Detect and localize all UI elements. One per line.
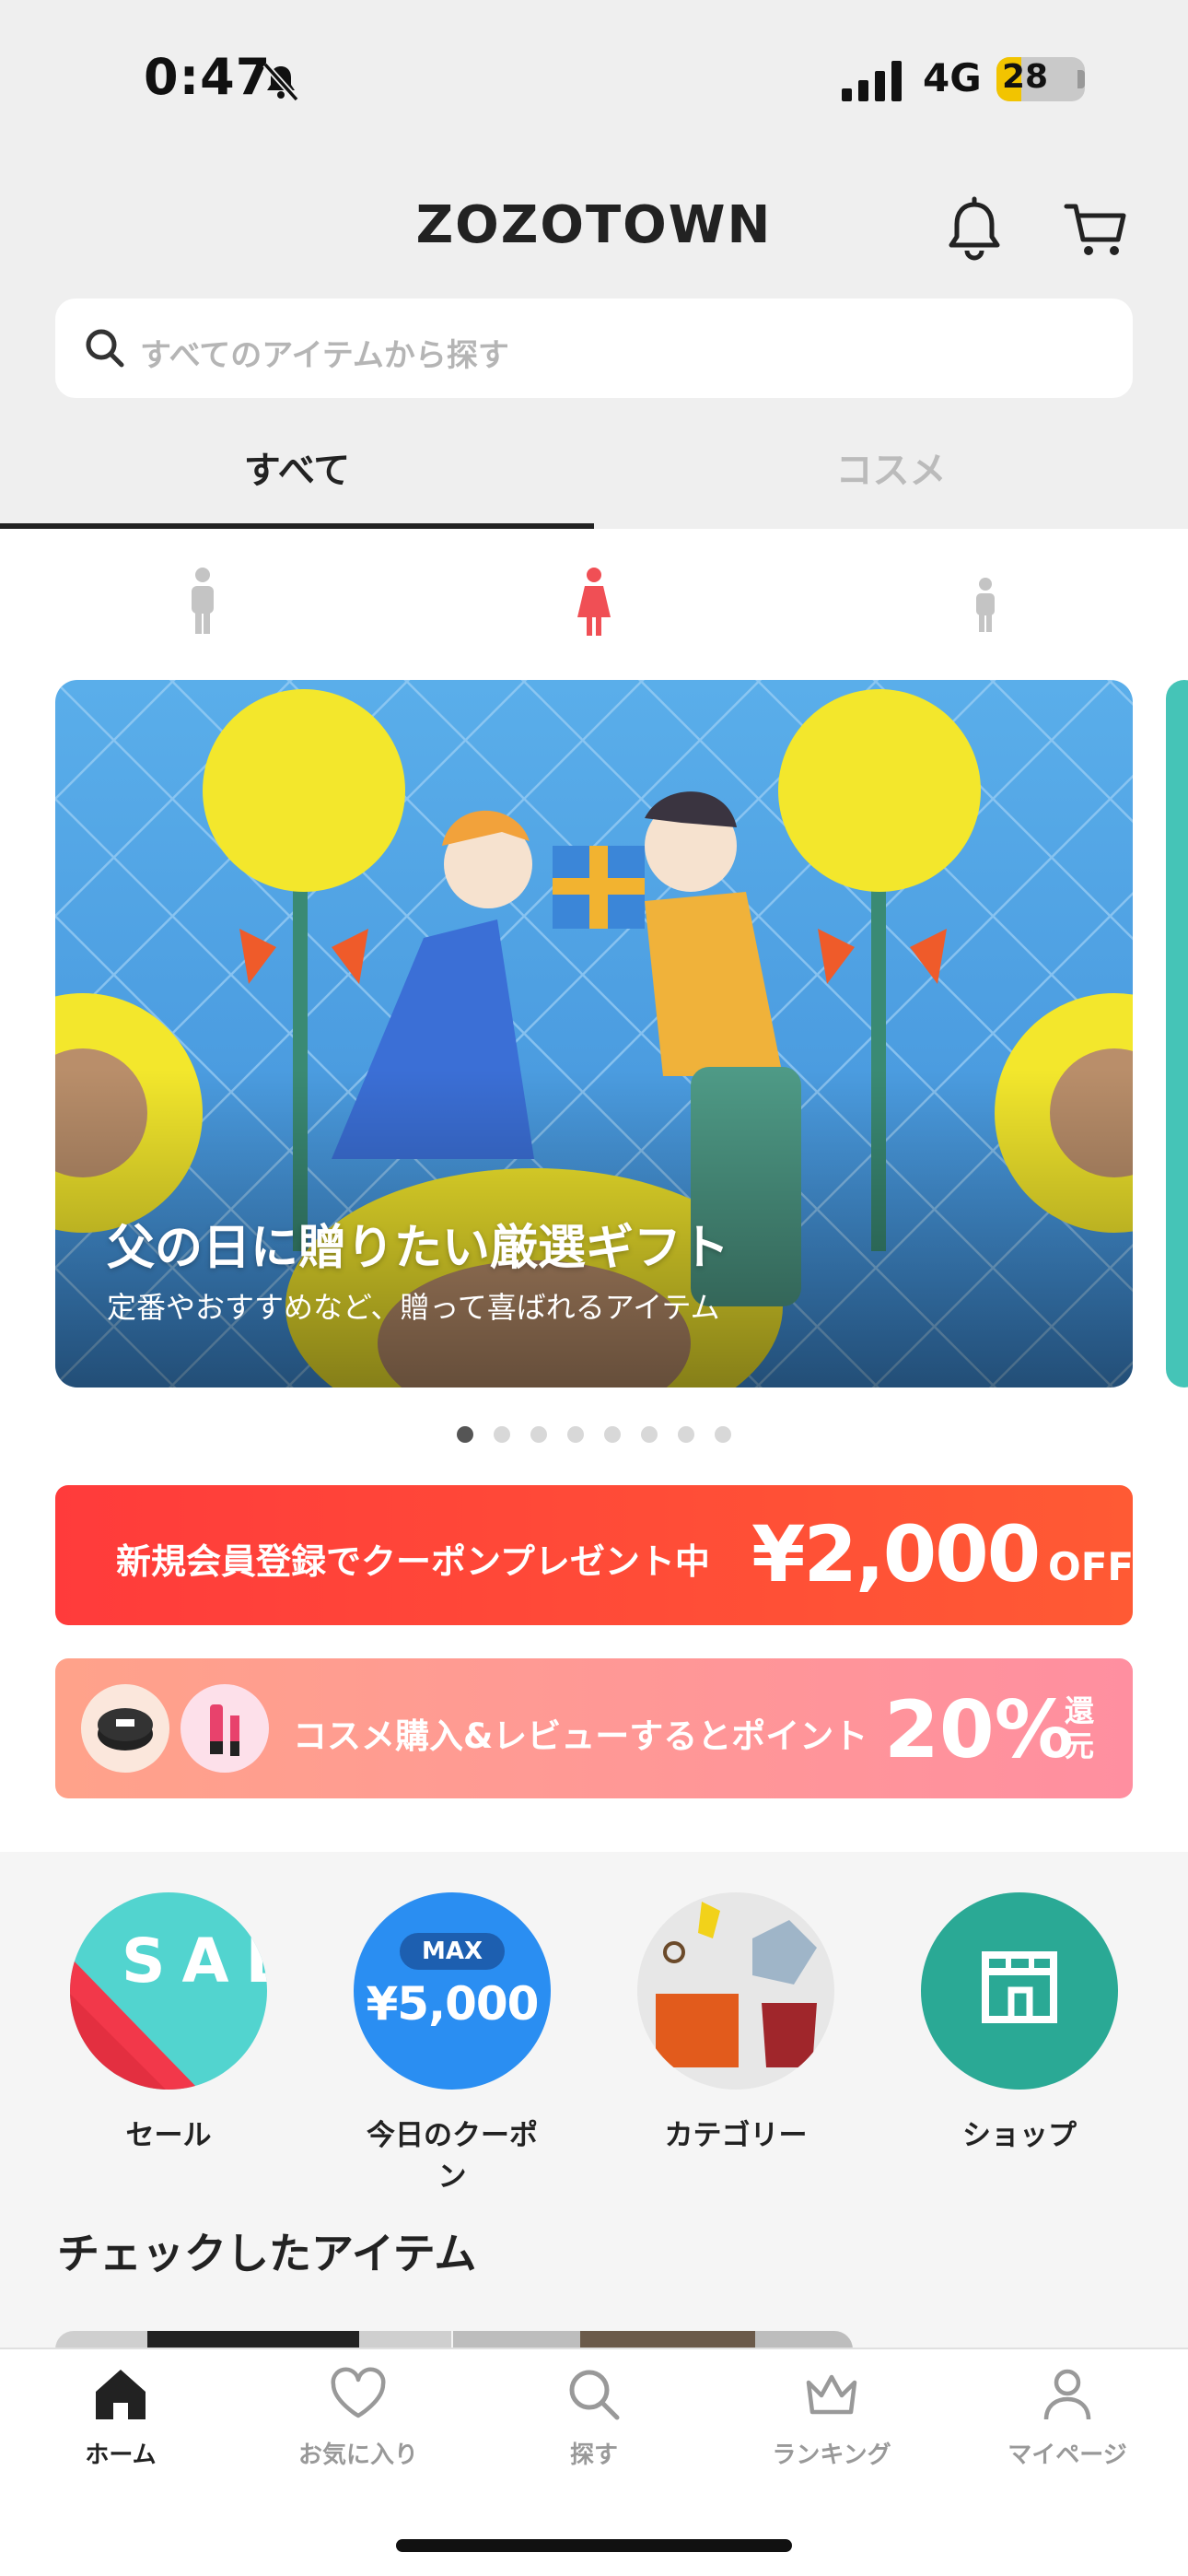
bell-muted-icon	[262, 62, 299, 102]
coupon-max-badge: MAX	[400, 1933, 505, 1970]
kids-icon[interactable]	[958, 566, 1013, 639]
sale-icon: SALE	[70, 1892, 267, 2090]
carousel-pagination	[0, 1426, 1188, 1445]
next-banner-peek[interactable]	[1166, 680, 1188, 1388]
tab-favorites[interactable]: お気に入り	[239, 2364, 477, 2470]
coupon-max-amount: ¥5,000	[366, 1977, 540, 2031]
tab-search[interactable]: 探す	[475, 2364, 713, 2470]
tab-label: ランキング	[772, 2441, 891, 2469]
quick-links-section: SALE セール MAX ¥5,000 今日のクーポン カテゴリー	[0, 1852, 1188, 2359]
tab-home[interactable]: ホーム	[2, 2364, 239, 2470]
tab-label: お気に入り	[297, 2441, 418, 2469]
pagination-dot[interactable]	[530, 1426, 547, 1443]
coupon-off-label: OFF	[1048, 1544, 1135, 1589]
pagination-dot[interactable]	[715, 1426, 731, 1443]
bell-icon[interactable]	[939, 195, 1009, 265]
pagination-dot[interactable]	[567, 1426, 584, 1443]
status-bar: 0:47 4G 28	[0, 0, 1188, 157]
quick-link-sale[interactable]: SALE セール	[70, 1892, 267, 2153]
status-time: 0:47	[144, 48, 272, 106]
category-icon	[637, 1892, 834, 2090]
quick-link-category[interactable]: カテゴリー	[637, 1892, 834, 2153]
quick-link-label: ショップ	[962, 2119, 1077, 2152]
fathers-day-illustration	[55, 680, 1133, 1388]
battery-level: 28	[1002, 58, 1049, 96]
cosme-banner-text: コスメ購入&レビューするとポイント	[293, 1716, 868, 1756]
user-icon	[1043, 2369, 1091, 2420]
lipstick-icon	[181, 1684, 269, 1773]
cushion-compact-icon	[81, 1684, 169, 1773]
tab-cosme[interactable]: コスメ	[594, 440, 1188, 494]
cosme-review-banner[interactable]: コスメ購入&レビューするとポイント 20% 還元	[55, 1658, 1133, 1798]
pagination-dot[interactable]	[641, 1426, 658, 1443]
tab-all[interactable]: すべて	[0, 440, 594, 494]
women-icon[interactable]	[566, 566, 622, 639]
quick-link-label: セール	[125, 2119, 212, 2152]
app-logo: ZOZOTOWN	[415, 195, 773, 255]
pagination-dot[interactable]	[494, 1426, 510, 1443]
coupon-amount: ¥2,000	[751, 1509, 1041, 1599]
signup-coupon-banner[interactable]: 新規会員登録でクーポンプレゼント中 ¥2,000 OFF	[55, 1485, 1135, 1625]
quick-link-coupon[interactable]: MAX ¥5,000 今日のクーポン	[354, 1892, 551, 2195]
search-bar[interactable]: すべてのアイテムから探す	[55, 299, 1133, 398]
signal-icon	[842, 61, 902, 101]
network-type: 4G	[923, 55, 982, 100]
sale-badge: SALE	[122, 1926, 267, 1996]
coupon-icon: MAX ¥5,000	[354, 1892, 551, 2090]
banner-title: 父の日に贈りたい厳選ギフト	[107, 1221, 730, 1276]
app-header: ZOZOTOWN	[0, 157, 1188, 286]
search-icon	[86, 329, 124, 368]
home-icon	[96, 2370, 146, 2419]
crown-icon	[806, 2374, 857, 2415]
coupon-banner-text: 新規会員登録でクーポンプレゼント中	[116, 1541, 710, 1582]
main-content: 父の日に贈りたい厳選ギフト 定番やおすすめなど、贈って喜ばれるアイテム 新規会員…	[0, 529, 1188, 1852]
pagination-dot[interactable]	[678, 1426, 694, 1443]
banner-subtitle: 定番やおすすめなど、贈って喜ばれるアイテム	[107, 1290, 720, 1325]
home-indicator[interactable]	[396, 2539, 792, 2552]
hero-banner[interactable]: 父の日に贈りたい厳選ギフト 定番やおすすめなど、贈って喜ばれるアイテム	[55, 680, 1133, 1388]
tab-label: 探す	[569, 2441, 618, 2469]
shop-icon	[921, 1892, 1118, 2090]
heart-icon	[331, 2367, 386, 2418]
point-return-label: 還元	[1065, 1693, 1095, 1763]
men-icon[interactable]	[175, 566, 230, 639]
quick-link-label: 今日のクーポン	[367, 2119, 538, 2194]
search-icon	[569, 2370, 620, 2420]
tab-mypage[interactable]: マイページ	[949, 2364, 1186, 2470]
tab-label: マイページ	[1007, 2441, 1127, 2469]
quick-link-label: カテゴリー	[664, 2119, 808, 2152]
quick-link-shop[interactable]: ショップ	[921, 1892, 1118, 2153]
tab-ranking[interactable]: ランキング	[713, 2364, 950, 2470]
pagination-dot[interactable]	[457, 1426, 473, 1443]
point-percent: 20%	[884, 1684, 1074, 1776]
pagination-dot[interactable]	[604, 1426, 621, 1443]
tab-label: ホーム	[85, 2441, 157, 2469]
search-placeholder: すべてのアイテムから探す	[140, 337, 509, 374]
checked-items-title: チェックしたアイテム	[57, 2229, 477, 2278]
cart-icon[interactable]	[1061, 195, 1131, 265]
category-tabs: すべて コスメ	[0, 415, 1188, 529]
battery-icon: 28	[996, 57, 1085, 101]
